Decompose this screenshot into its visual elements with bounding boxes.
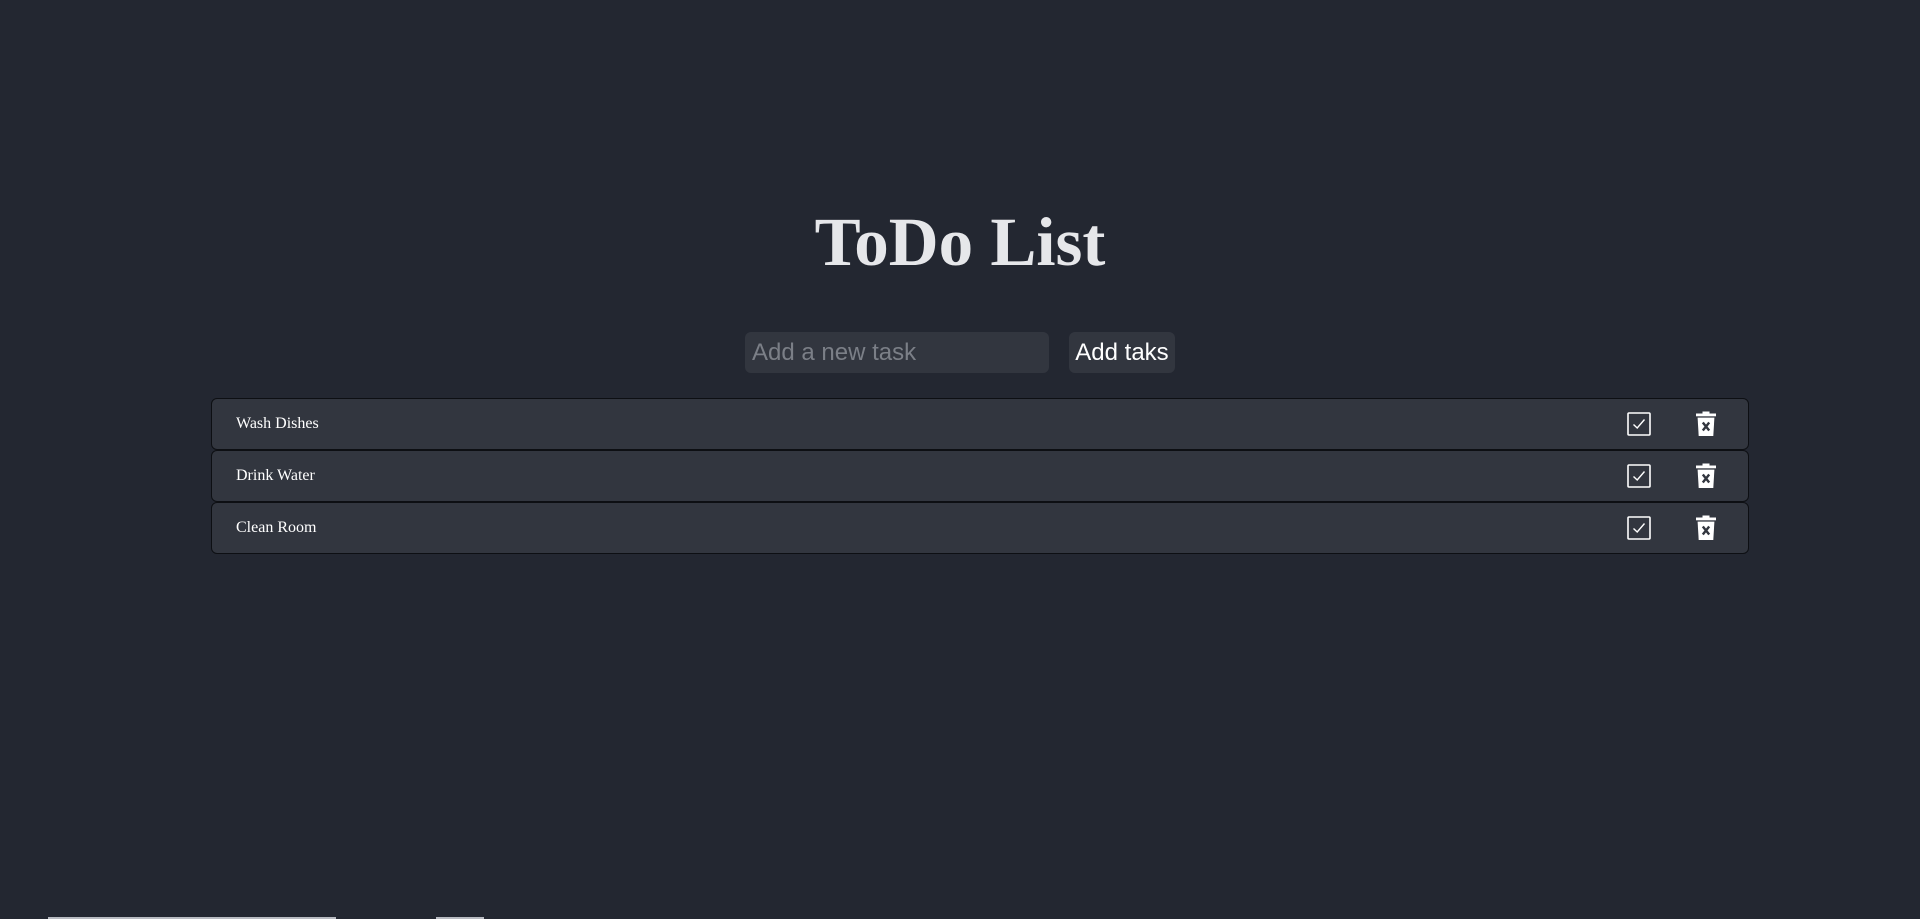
task-text: Drink Water [236, 467, 315, 484]
task-text: Clean Room [236, 519, 317, 536]
trash-icon[interactable] [1694, 463, 1718, 489]
add-task-form: Add taks [0, 332, 1920, 373]
trash-icon[interactable] [1694, 411, 1718, 437]
checkbox-check-icon[interactable] [1627, 464, 1651, 488]
trash-icon[interactable] [1694, 515, 1718, 541]
task-list: Wash Dishes Drink Water Clean Room [211, 398, 1749, 554]
task-item: Drink Water [211, 450, 1749, 502]
page-title: ToDo List [814, 204, 1106, 280]
task-item: Wash Dishes [211, 398, 1749, 450]
checkbox-check-icon[interactable] [1627, 412, 1651, 436]
task-text: Wash Dishes [236, 415, 319, 432]
task-input[interactable] [745, 332, 1049, 373]
add-task-button[interactable]: Add taks [1069, 332, 1175, 373]
checkbox-check-icon[interactable] [1627, 516, 1651, 540]
task-item: Clean Room [211, 502, 1749, 554]
